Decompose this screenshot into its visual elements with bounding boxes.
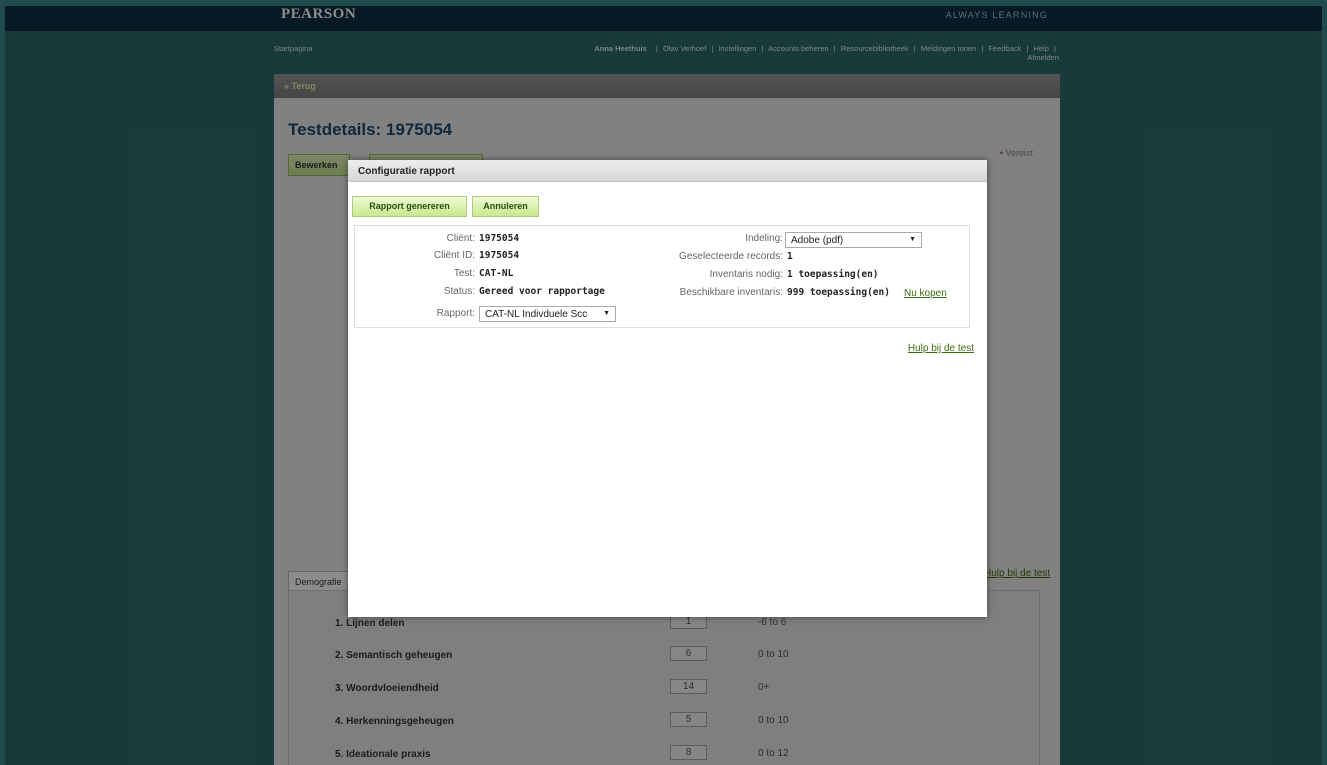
selected-records-label: Geselecteerde records: xyxy=(679,251,783,262)
inventory-needed-value: 1 toepassing(en) xyxy=(787,269,879,280)
caret-down-icon: ▼ xyxy=(603,310,610,317)
client-label: Cliënt: xyxy=(446,233,475,244)
generate-report-button[interactable]: Rapport genereren xyxy=(352,196,467,217)
client-row: Cliënt: 1975054 xyxy=(355,233,655,247)
format-selected-value: Adobe (pdf) xyxy=(791,235,844,246)
test-value: CAT-NL xyxy=(479,268,514,279)
inventory-available-value: 999 toepassing(en) xyxy=(787,287,890,298)
report-selected-value: CAT-NL Indivduele Scc xyxy=(485,309,588,320)
report-select[interactable]: CAT-NL Indivduele Scc ▼ xyxy=(479,306,616,322)
inventory-needed-row: Inventaris nodig: 1 toepassing(en) xyxy=(655,269,971,283)
cancel-button[interactable]: Annuleren xyxy=(472,196,539,217)
report-label: Rapport: xyxy=(436,308,475,319)
dialog-header: Configuratie rapport xyxy=(348,160,987,182)
dialog-title: Configuratie rapport xyxy=(358,166,455,177)
selected-records-value: 1 xyxy=(787,251,793,262)
format-select[interactable]: Adobe (pdf) ▼ xyxy=(785,232,922,248)
status-value: Gereed voor rapportage xyxy=(479,286,605,297)
inventory-available-label: Beschikbare inventaris: xyxy=(679,287,783,298)
test-label: Test: xyxy=(453,268,475,279)
client-id-value: 1975054 xyxy=(479,250,520,261)
selected-records-row: Geselecteerde records: 1 xyxy=(655,251,971,265)
client-id-row: Cliënt ID: 1975054 xyxy=(355,250,655,264)
report-details: Cliënt: 1975054 Cliënt ID: 1975054 Test:… xyxy=(354,225,970,328)
format-label: Indeling: xyxy=(745,233,783,244)
client-value: 1975054 xyxy=(479,233,520,244)
inventory-needed-label: Inventaris nodig: xyxy=(709,269,783,280)
report-config-dialog: Configuratie rapport Rapport genereren A… xyxy=(348,160,987,617)
client-id-label: Cliënt ID: xyxy=(433,250,475,261)
caret-down-icon: ▼ xyxy=(909,236,916,243)
status-row: Status: Gereed voor rapportage xyxy=(355,286,655,300)
status-label: Status: xyxy=(443,286,475,297)
buy-now-link[interactable]: Nu kopen xyxy=(904,288,947,299)
test-row: Test: CAT-NL xyxy=(355,268,655,282)
test-help-link[interactable]: Hulp bij de test xyxy=(908,343,974,354)
